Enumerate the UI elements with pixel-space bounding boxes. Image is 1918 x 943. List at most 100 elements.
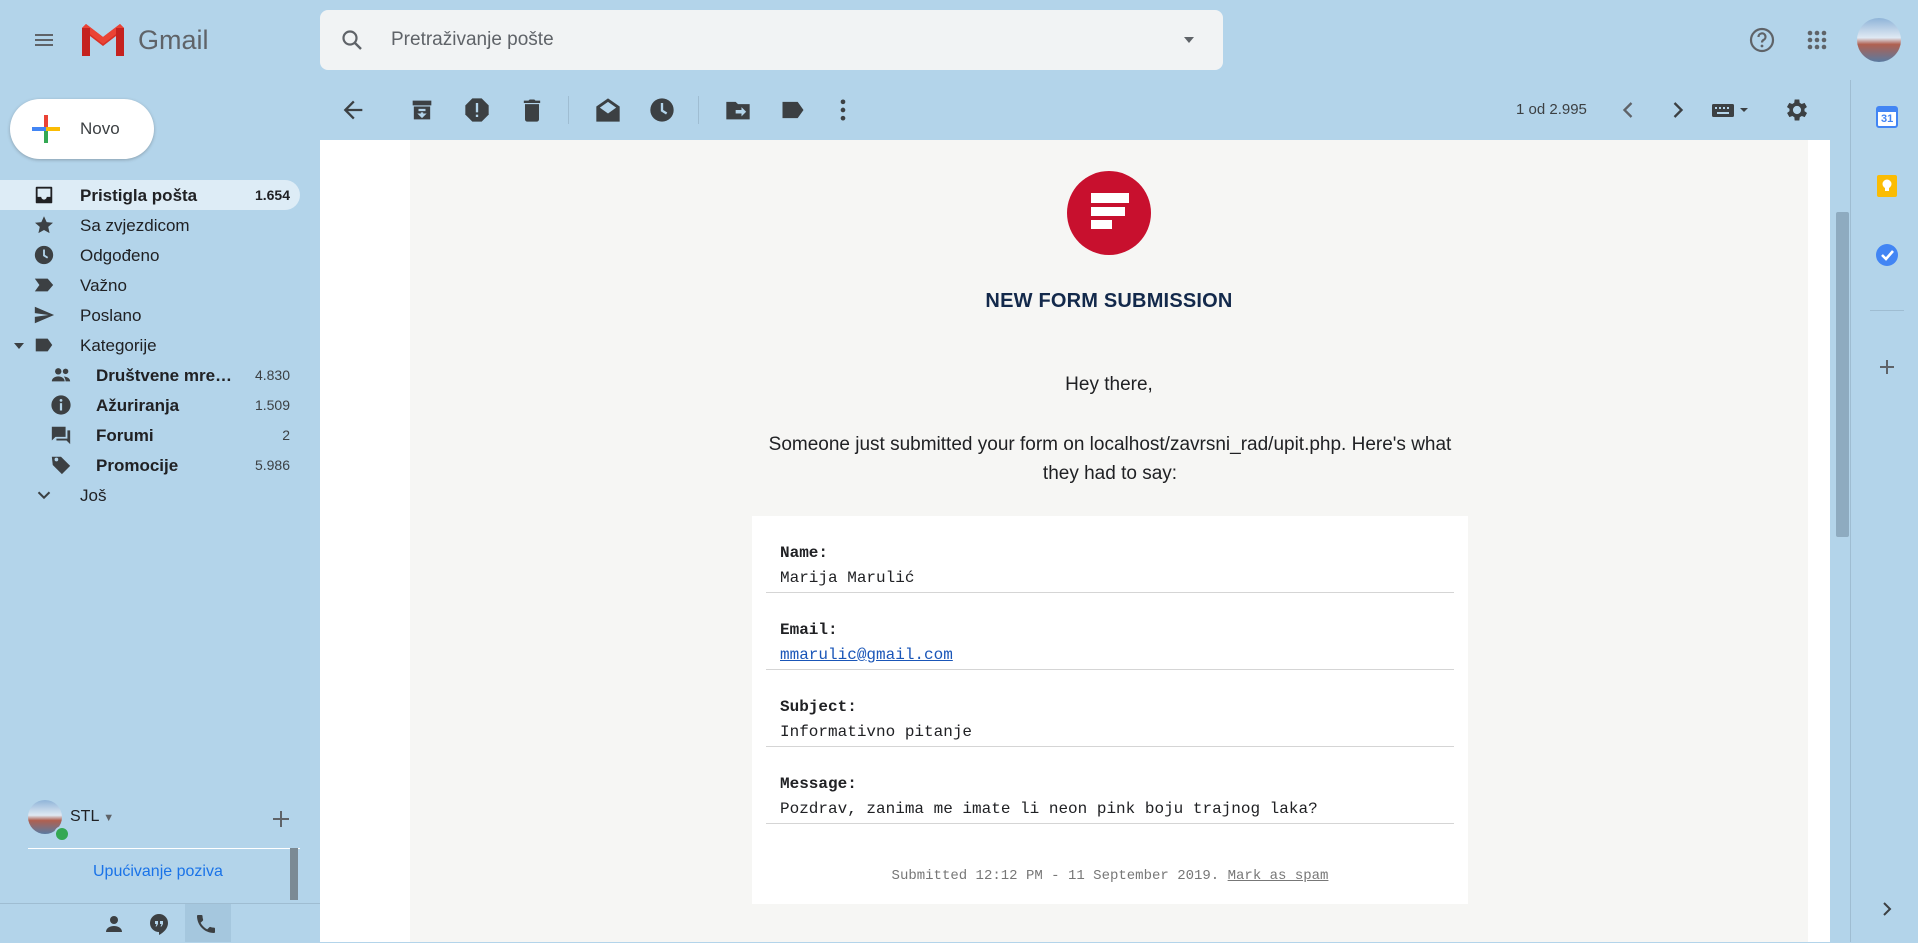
- plus-icon: [273, 811, 289, 827]
- hangouts-user-name: STL: [70, 808, 99, 825]
- people-icon: [51, 368, 71, 382]
- phone-icon[interactable]: [194, 912, 218, 936]
- tasks-addon[interactable]: [1872, 240, 1902, 270]
- plus-icon: [1880, 360, 1894, 374]
- help-button[interactable]: [1745, 20, 1779, 60]
- get-addons-button[interactable]: [1872, 352, 1902, 382]
- email-heading: NEW FORM SUBMISSION: [985, 290, 1233, 312]
- sidebar-item-important[interactable]: Važno: [0, 270, 300, 300]
- sidebar-item-categories[interactable]: Kategorije: [0, 330, 300, 360]
- unread-count: 2: [282, 427, 290, 443]
- online-status-dot: [54, 826, 70, 842]
- invites-scrollbar[interactable]: [290, 848, 298, 900]
- hangouts-user-menu[interactable]: STL ▼: [70, 808, 114, 826]
- more-vert-icon[interactable]: [829, 96, 857, 124]
- gmail-logo[interactable]: Gmail: [80, 20, 209, 60]
- sidebar-item-label: Forumi: [96, 426, 154, 445]
- chevron-right-icon[interactable]: [1664, 96, 1692, 124]
- top-bar: Gmail Pretraživanje pošte: [0, 0, 1918, 80]
- label-icon: [35, 338, 53, 352]
- invites-link[interactable]: Upućivanje poziva: [93, 863, 223, 881]
- show-side-panel-button[interactable]: [1872, 894, 1902, 924]
- calendar-addon[interactable]: 31: [1872, 102, 1902, 132]
- inbox-icon: [35, 186, 53, 204]
- keep-addon[interactable]: [1872, 171, 1902, 201]
- snooze-clock-icon[interactable]: [648, 96, 676, 124]
- new-conversation-button[interactable]: [268, 806, 294, 832]
- submission-card: Name: Marija Marulić Email: mmarulic@gma…: [752, 516, 1468, 904]
- field-subject: Subject: Informativno pitanje: [766, 670, 1454, 747]
- clock-icon: [34, 245, 54, 265]
- move-to-icon[interactable]: [724, 96, 752, 124]
- hangouts-tabs: [0, 903, 320, 943]
- delete-icon[interactable]: [518, 96, 546, 124]
- sidebar-item-forums[interactable]: Forumi 2: [0, 420, 300, 450]
- sidebar-item-updates[interactable]: Ažuriranja 1.509: [0, 390, 300, 420]
- side-panel-divider: [1850, 80, 1851, 942]
- label-as-icon[interactable]: [779, 96, 807, 124]
- back-arrow-icon[interactable]: [339, 96, 367, 124]
- mark-as-spam-link[interactable]: Mark as spam: [1228, 868, 1329, 884]
- sidebar-item-label: Sa zvjezdicom: [80, 216, 190, 235]
- field-value: Marija Marulić: [780, 569, 915, 587]
- app-name: Gmail: [138, 24, 209, 55]
- sidebar-item-label: Pristigla pošta: [80, 186, 198, 205]
- search-icon[interactable]: [338, 26, 366, 54]
- invites-panel: Upućivanje poziva: [28, 848, 300, 899]
- settings-gear-icon[interactable]: [1783, 96, 1811, 124]
- field-label: Email:: [780, 621, 838, 639]
- send-icon: [34, 306, 55, 324]
- caret-down-icon: ▼: [103, 812, 115, 824]
- form-logo-icon: [1091, 193, 1129, 229]
- keep-bulb-icon: [1877, 175, 1897, 197]
- field-label: Message:: [780, 775, 857, 793]
- sidebar-item-label: Važno: [80, 276, 127, 295]
- input-tools-keyboard-icon[interactable]: [1710, 96, 1754, 124]
- sidebar-item-label: Poslano: [80, 306, 142, 325]
- email-link[interactable]: mmarulic@gmail.com: [780, 646, 953, 664]
- plus-icon: [30, 113, 62, 145]
- mark-unread-icon[interactable]: [594, 96, 622, 124]
- unread-count: 5.986: [254, 457, 290, 473]
- account-avatar[interactable]: [1857, 18, 1901, 62]
- field-value: Informativno pitanje: [780, 723, 973, 741]
- tag-icon: [51, 456, 71, 475]
- compose-button[interactable]: Novo: [10, 99, 154, 159]
- search-options-dropdown-icon[interactable]: [1175, 26, 1203, 54]
- pagination-info: 1 od 2.995: [1516, 101, 1587, 118]
- sidebar-item-label: Odgođeno: [80, 246, 160, 265]
- side-panel-divider: [1870, 310, 1904, 311]
- sidebar-item-label: Kategorije: [80, 336, 157, 355]
- field-value: Pozdrav, zanima me imate li neon pink bo…: [780, 800, 1318, 818]
- sidebar-item-inbox[interactable]: Pristigla pošta 1.654: [0, 180, 300, 210]
- main-menu-button[interactable]: [24, 20, 64, 60]
- chevron-left-icon[interactable]: [1614, 96, 1642, 124]
- forum-icon: [51, 426, 71, 445]
- unread-count: 1.509: [254, 397, 290, 413]
- report-spam-icon[interactable]: [463, 96, 491, 124]
- sidebar-item-label: Još: [80, 486, 107, 505]
- sidebar-item-starred[interactable]: Sa zvjezdicom: [0, 210, 300, 240]
- hangouts-chat-icon[interactable]: [147, 912, 171, 936]
- archive-icon[interactable]: [408, 96, 436, 124]
- submitted-timestamp: Submitted 12:12 PM - 11 September 2019.: [891, 868, 1220, 884]
- submission-footer: Submitted 12:12 PM - 11 September 2019. …: [752, 868, 1468, 884]
- sidebar-item-snoozed[interactable]: Odgođeno: [0, 240, 300, 270]
- search-input[interactable]: Pretraživanje pošte: [391, 29, 554, 51]
- sidebar-item-social[interactable]: Društvene mre… 4.830: [0, 360, 300, 390]
- sidebar-item-sent[interactable]: Poslano: [0, 300, 300, 330]
- field-email: Email: mmarulic@gmail.com: [766, 593, 1454, 670]
- email-scrollbar[interactable]: [1836, 212, 1849, 537]
- chevron-right-icon: [1883, 902, 1892, 916]
- search-bar[interactable]: Pretraživanje pošte: [320, 10, 1223, 70]
- google-apps-button[interactable]: [1800, 20, 1834, 60]
- info-icon: [51, 395, 71, 415]
- sidebar-item-more[interactable]: Još: [0, 480, 300, 510]
- help-icon: [1749, 27, 1775, 53]
- sidebar-item-label: Društvene mre…: [96, 366, 233, 385]
- calendar-day: 31: [1881, 113, 1894, 125]
- contacts-icon[interactable]: [102, 912, 126, 936]
- sidebar-item-promotions[interactable]: Promocije 5.986: [0, 450, 300, 480]
- chevron-down-icon: [37, 491, 51, 500]
- toolbar-divider: [568, 96, 569, 124]
